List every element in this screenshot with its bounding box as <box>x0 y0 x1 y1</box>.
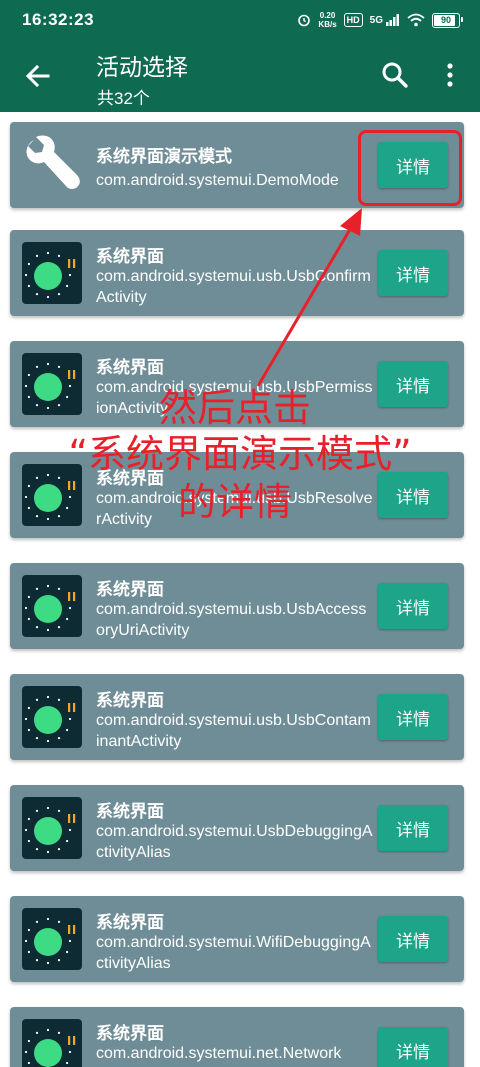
status-icons: 0.20 KB/s HD 5G 90 <box>297 9 463 31</box>
activity-package: com.android.systemui.net.Network <box>96 1045 342 1062</box>
android-11-icon <box>22 242 82 304</box>
app-bar: 活动选择 共32个 <box>0 40 480 112</box>
annotation-text-line1: 然后点击 <box>158 386 311 430</box>
net-speed: 0.20 KB/s <box>318 11 336 29</box>
activity-package: com.android.systemui.UsbDebuggingActivit… <box>96 823 373 861</box>
more-vert-icon[interactable] <box>440 58 460 92</box>
activity-title: 系统界面 <box>96 1024 164 1043</box>
status-time: 16:32:23 <box>22 10 95 29</box>
activity-package: com.android.systemui.usb.UsbContaminantA… <box>96 712 371 750</box>
annotation-highlight-box <box>358 130 462 206</box>
detail-button[interactable]: 详情 <box>378 583 448 629</box>
activity-card[interactable]: 系统界面 com.android.systemui.WifiDebuggingA… <box>10 896 464 982</box>
net-speed-value: 0.20 <box>319 11 336 20</box>
android-11-icon <box>22 575 82 637</box>
activity-title: 系统界面 <box>96 580 164 599</box>
battery-level: 90 <box>440 15 451 25</box>
activity-card[interactable]: 系统界面 com.android.systemui.usb.UsbConfirm… <box>10 230 464 316</box>
annotation-text-line3: 的详情 <box>177 480 292 524</box>
wrench-icon <box>26 135 80 189</box>
detail-button[interactable]: 详情 <box>378 1027 448 1067</box>
activity-package: com.android.systemui.DemoMode <box>96 172 339 189</box>
detail-button[interactable]: 详情 <box>378 250 448 296</box>
detail-button[interactable]: 详情 <box>378 916 448 962</box>
android-11-icon <box>22 1019 82 1067</box>
activity-title: 系统界面 <box>96 802 164 821</box>
android-11-icon <box>22 686 82 748</box>
activity-title: 系统界面 <box>96 247 164 266</box>
wifi-icon <box>407 13 425 27</box>
alarm-icon <box>298 14 311 27</box>
status-bar: 16:32:23 0.20 KB/s HD 5G 90 <box>0 0 480 40</box>
activity-package: com.android.systemui.usb.UsbAccessoryUri… <box>96 601 367 639</box>
android-11-icon <box>22 797 82 859</box>
detail-button[interactable]: 详情 <box>378 361 448 407</box>
search-icon[interactable] <box>378 58 412 92</box>
activity-card[interactable]: 系统界面 com.android.systemui.usb.UsbContami… <box>10 674 464 760</box>
activity-card[interactable]: 系统界面 com.android.systemui.net.Network 详情 <box>10 1007 464 1067</box>
android-11-icon <box>22 353 82 415</box>
activity-title: 系统界面 <box>96 691 164 710</box>
page-title: 活动选择 <box>96 54 188 80</box>
activity-package: com.android.systemui.WifiDebuggingActivi… <box>96 934 371 972</box>
battery-icon: 90 <box>432 12 463 28</box>
annotation-text-line2: “系统界面演示模式” <box>68 432 412 476</box>
detail-button[interactable]: 详情 <box>378 472 448 518</box>
detail-button[interactable]: 详情 <box>378 694 448 740</box>
net-speed-unit: KB/s <box>318 20 337 29</box>
activity-list[interactable]: 系统界面演示模式 com.android.systemui.DemoMode 详… <box>0 112 480 1067</box>
hd-badge: HD <box>343 13 363 27</box>
cellular-signal: 5G <box>370 14 400 26</box>
page-subtitle: 共32个 <box>97 89 150 108</box>
signal-type-label: 5G <box>369 15 383 26</box>
activity-package: com.android.systemui.usb.UsbConfirmActiv… <box>96 268 371 306</box>
android-11-icon <box>22 908 82 970</box>
activity-title: 系统界面 <box>96 358 164 377</box>
activity-title: 系统界面 <box>96 913 164 932</box>
activity-card[interactable]: 系统界面 com.android.systemui.UsbDebuggingAc… <box>10 785 464 871</box>
arrow-back-icon[interactable] <box>20 58 56 94</box>
signal-bars-icon <box>386 14 399 26</box>
detail-button[interactable]: 详情 <box>378 805 448 851</box>
activity-card[interactable]: 系统界面 com.android.systemui.usb.UsbAccesso… <box>10 563 464 649</box>
activity-title: 系统界面演示模式 <box>96 147 232 166</box>
